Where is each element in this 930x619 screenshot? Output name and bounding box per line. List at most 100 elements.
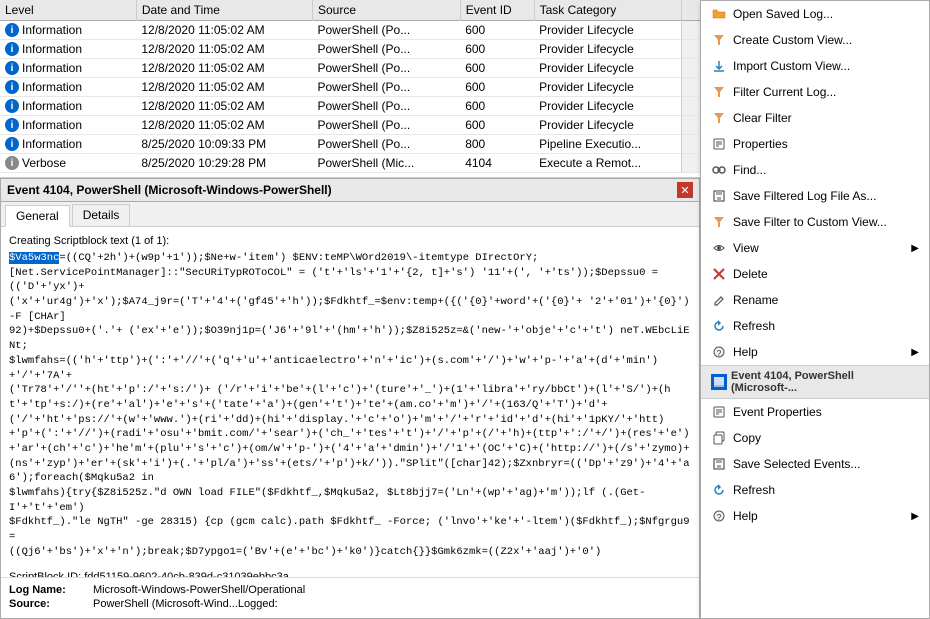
eventId-cell: 600	[460, 116, 534, 135]
menu-item-label: Event Properties	[733, 405, 822, 419]
detail-footer: Log Name: Microsoft-Windows-PowerShell/O…	[1, 577, 699, 618]
scrollbar-header	[682, 0, 700, 21]
eventId-cell: 600	[460, 78, 534, 97]
filter-icon	[711, 84, 727, 100]
menu-item-label: Create Custom View...	[733, 33, 852, 47]
menu-item-help[interactable]: ?Help▶	[701, 339, 929, 365]
menu-item-label: Open Saved Log...	[733, 7, 833, 21]
submenu-arrow-icon: ▶	[911, 511, 919, 522]
menu-item-clear-filter[interactable]: Clear Filter	[701, 105, 929, 131]
close-button[interactable]: ✕	[677, 182, 693, 198]
menu-item-copy[interactable]: Copy	[701, 425, 929, 451]
col-eventid: Event ID	[460, 0, 534, 21]
source-cell: PowerShell (Po...	[312, 116, 460, 135]
menu-item-label: Refresh	[733, 319, 775, 333]
menu-item-label: Save Filter to Custom View...	[733, 215, 887, 229]
table-row[interactable]: iVerbose8/25/2020 10:29:28 PMPowerShell …	[0, 154, 700, 173]
menu-item-save-filtered-log-file-as[interactable]: Save Filtered Log File As...	[701, 183, 929, 209]
menu-item-rename[interactable]: Rename	[701, 287, 929, 313]
datetime-cell: 8/25/2020 10:29:28 PM	[136, 154, 312, 173]
context-menu-section-header: Event 4104, PowerShell (Microsoft-...	[701, 365, 929, 399]
menu-item-save-selected-events[interactable]: Save Selected Events...	[701, 451, 929, 477]
menu-item-label: Delete	[733, 267, 768, 281]
level-text: Information	[22, 80, 82, 94]
svg-text:?: ?	[717, 513, 722, 522]
footer-source-label: Source:	[9, 598, 89, 610]
scrollbar-area	[682, 135, 700, 154]
level-text: Information	[22, 137, 82, 151]
menu-item-import-custom-view[interactable]: Import Custom View...	[701, 53, 929, 79]
category-cell: Provider Lifecycle	[534, 59, 682, 78]
eventId-cell: 600	[460, 21, 534, 40]
source-cell: PowerShell (Mic...	[312, 154, 460, 173]
table-row[interactable]: iInformation12/8/2020 11:05:02 AMPowerSh…	[0, 59, 700, 78]
menu-item-refresh[interactable]: Refresh	[701, 313, 929, 339]
table-row[interactable]: iInformation12/8/2020 11:05:02 AMPowerSh…	[0, 78, 700, 97]
table-row[interactable]: iInformation12/8/2020 11:05:02 AMPowerSh…	[0, 97, 700, 116]
tab-details[interactable]: Details	[72, 204, 131, 226]
section-icon	[711, 374, 727, 390]
level-text: Information	[22, 61, 82, 75]
menu-item-properties[interactable]: Properties	[701, 131, 929, 157]
scrollbar-area	[682, 97, 700, 116]
menu-item-view[interactable]: View▶	[701, 235, 929, 261]
menu-item-refresh[interactable]: Refresh	[701, 477, 929, 503]
svg-text:?: ?	[717, 349, 722, 358]
event-detail-panel: Event 4104, PowerShell (Microsoft-Window…	[0, 178, 700, 619]
menu-item-label: Refresh	[733, 483, 775, 497]
table-row[interactable]: iInformation12/8/2020 11:05:02 AMPowerSh…	[0, 116, 700, 135]
menu-item-label: Filter Current Log...	[733, 85, 836, 99]
scrollbar-area	[682, 59, 700, 78]
eventId-cell: 600	[460, 97, 534, 116]
source-cell: PowerShell (Po...	[312, 78, 460, 97]
info-icon: i	[5, 99, 19, 113]
table-row[interactable]: iInformation12/8/2020 11:05:02 AMPowerSh…	[0, 40, 700, 59]
level-text: Information	[22, 42, 82, 56]
source-cell: PowerShell (Po...	[312, 21, 460, 40]
create-label: Creating Scriptblock text (1 of 1):	[9, 235, 691, 247]
scrollbar-area	[682, 40, 700, 59]
footer-source-value: PowerShell (Microsoft-Wind...Logged:	[93, 598, 278, 610]
menu-item-save-filter-to-custom-view[interactable]: Save Filter to Custom View...	[701, 209, 929, 235]
refresh-icon	[711, 318, 727, 334]
tab-general[interactable]: General	[5, 205, 70, 227]
eventId-cell: 4104	[460, 154, 534, 173]
refresh2-icon	[711, 482, 727, 498]
scrollbar-area	[682, 78, 700, 97]
col-level: Level	[0, 0, 136, 21]
menu-item-label: Rename	[733, 293, 778, 307]
menu-item-delete[interactable]: Delete	[701, 261, 929, 287]
script-text: $Va5w3nc=((CQ'+2h')+(w9p'+1'));$Ne+w-'it…	[9, 251, 691, 559]
detail-content[interactable]: Creating Scriptblock text (1 of 1): $Va5…	[1, 227, 699, 577]
menu-item-label: Help	[733, 345, 758, 359]
menu-item-event-properties[interactable]: Event Properties	[701, 399, 929, 425]
datetime-cell: 12/8/2020 11:05:02 AM	[136, 59, 312, 78]
category-cell: Provider Lifecycle	[534, 78, 682, 97]
eventId-cell: 600	[460, 59, 534, 78]
footer-logname-value: Microsoft-Windows-PowerShell/Operational	[93, 584, 305, 596]
detail-title: Event 4104, PowerShell (Microsoft-Window…	[7, 183, 332, 197]
menu-item-open-saved-log[interactable]: Open Saved Log...	[701, 1, 929, 27]
menu-item-filter-current-log[interactable]: Filter Current Log...	[701, 79, 929, 105]
datetime-cell: 12/8/2020 11:05:02 AM	[136, 21, 312, 40]
menu-item-create-custom-view[interactable]: Create Custom View...	[701, 27, 929, 53]
detail-titlebar: Event 4104, PowerShell (Microsoft-Window…	[1, 179, 699, 202]
menu-item-label: View	[733, 241, 759, 255]
table-row[interactable]: iInformation8/25/2020 10:09:33 PMPowerSh…	[0, 135, 700, 154]
menu-item-label: Import Custom View...	[733, 59, 850, 73]
menu-item-label: Help	[733, 509, 758, 523]
source-cell: PowerShell (Po...	[312, 97, 460, 116]
category-cell: Provider Lifecycle	[534, 21, 682, 40]
category-cell: Provider Lifecycle	[534, 116, 682, 135]
properties-icon	[711, 136, 727, 152]
info-icon: i	[5, 61, 19, 75]
menu-item-label: Clear Filter	[733, 111, 792, 125]
category-cell: Pipeline Executio...	[534, 135, 682, 154]
menu-item-help[interactable]: ? Help ▶	[701, 503, 929, 529]
category-cell: Provider Lifecycle	[534, 97, 682, 116]
menu-item-find[interactable]: Find...	[701, 157, 929, 183]
col-datetime: Date and Time	[136, 0, 312, 21]
table-row[interactable]: iInformation12/8/2020 11:05:02 AMPowerSh…	[0, 21, 700, 40]
footer-logname-label: Log Name:	[9, 584, 89, 596]
col-source: Source	[312, 0, 460, 21]
